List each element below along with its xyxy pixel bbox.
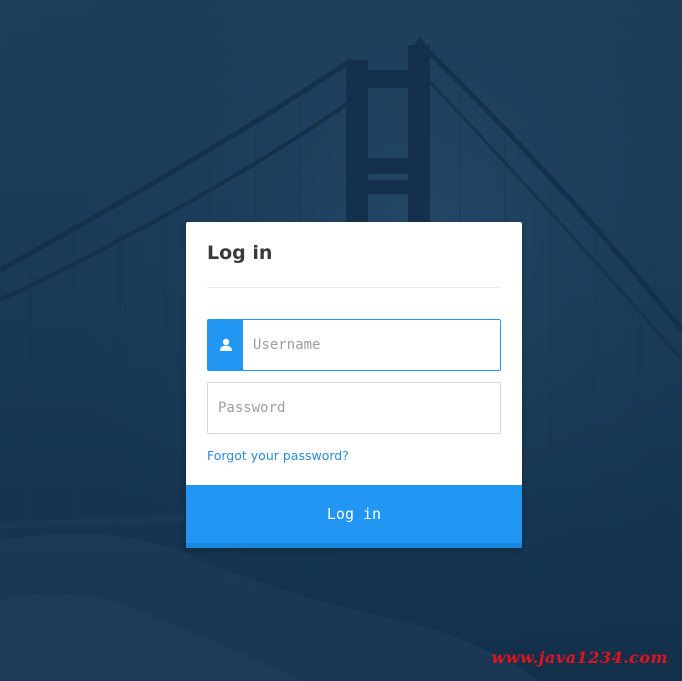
password-input[interactable] bbox=[208, 383, 500, 433]
title-divider bbox=[207, 287, 501, 288]
username-field[interactable] bbox=[207, 319, 501, 371]
login-card: Log in Forgot your password? Log in bbox=[186, 222, 522, 548]
username-input[interactable] bbox=[243, 320, 500, 370]
user-icon bbox=[208, 320, 243, 370]
password-field[interactable] bbox=[207, 382, 501, 434]
watermark-text: www.java1234.com bbox=[491, 648, 668, 667]
login-button[interactable]: Log in bbox=[186, 485, 522, 548]
login-title: Log in bbox=[207, 242, 273, 264]
forgot-password-link[interactable]: Forgot your password? bbox=[207, 448, 349, 463]
